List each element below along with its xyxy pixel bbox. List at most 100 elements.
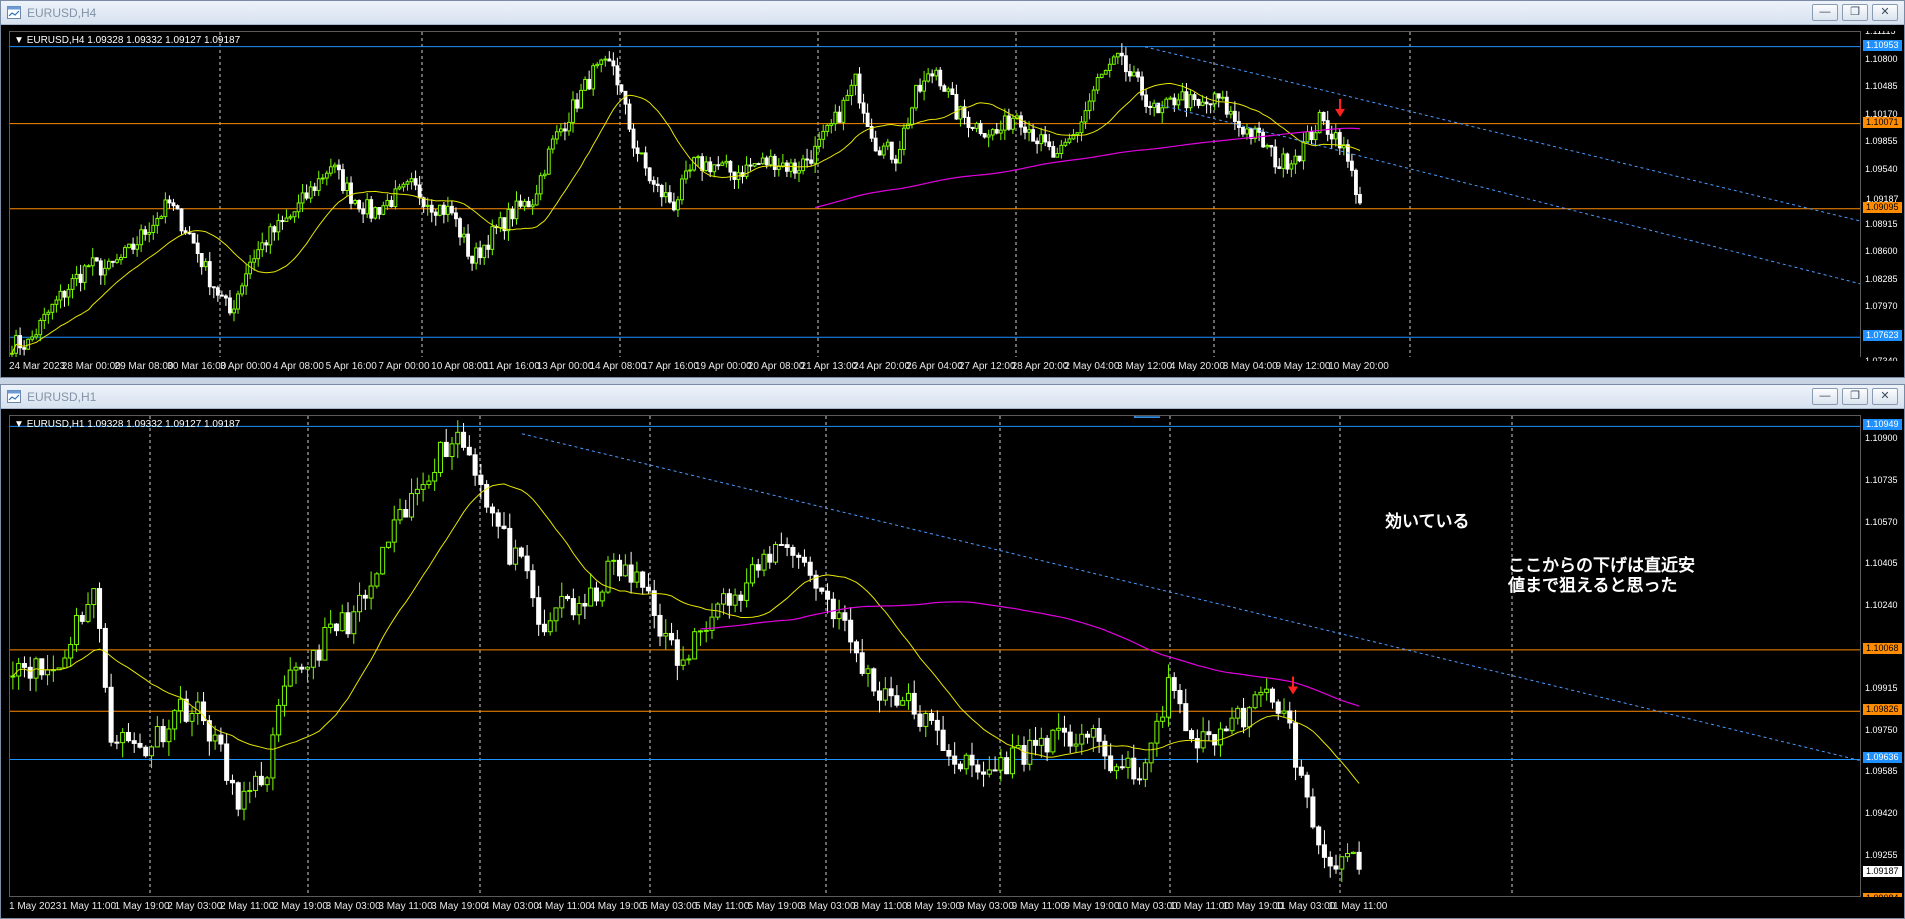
candle-bull: [1289, 163, 1294, 170]
candle-bear: [877, 150, 882, 156]
collapse-arrow-icon[interactable]: ▼: [14, 419, 27, 430]
time-tick-label: 8 May 03:00: [800, 901, 856, 912]
candle-bear: [611, 60, 616, 67]
time-tick-label: 8 May 19:00: [906, 901, 962, 912]
chart-window-h4[interactable]: EURUSD,H4 — ❐ ✕ ▼ EURUSD,H4 1.09328 1.09…: [0, 0, 1905, 378]
price-tick-label: 1.09585: [1865, 766, 1898, 777]
candle-bear: [1119, 52, 1124, 57]
price-axis-h1[interactable]: 1.10900 1.10735 1.10570 1.10405 1.10240 1.099…: [1861, 415, 1904, 897]
candle-bear: [954, 93, 959, 120]
candle-bull: [293, 666, 299, 671]
time-tick-label: 8 May 11:00: [853, 901, 908, 912]
candle-bull: [1027, 129, 1031, 133]
minimize-icon[interactable]: —: [1812, 4, 1838, 21]
chart-window-h1[interactable]: EURUSD,H1 — ❐ ✕ ▼ EURUSD,H1 1.09328 1.09…: [0, 384, 1905, 919]
candle-bull: [599, 591, 605, 602]
candle-bear: [316, 649, 322, 661]
candle-bull: [1168, 97, 1173, 100]
restore-icon[interactable]: ❐: [1842, 4, 1868, 21]
price-tick-label: 1.10405: [1865, 558, 1898, 569]
minimize-icon[interactable]: —: [1812, 388, 1838, 405]
time-axis-h1[interactable]: 1 May 2023 1 May 11:00 1 May 19:00 2 May 03…: [9, 897, 1861, 917]
candle-bull: [166, 728, 172, 743]
candle-bull: [305, 666, 311, 670]
window-titlebar[interactable]: EURUSD,H4 — ❐ ✕: [1, 1, 1904, 25]
candle-bull: [588, 587, 594, 607]
candle-bull: [310, 649, 316, 668]
candle-bear: [1325, 120, 1330, 135]
close-icon[interactable]: ✕: [1872, 388, 1898, 405]
candle-bull: [50, 303, 55, 313]
candle-bull: [906, 123, 910, 129]
candle-bear: [873, 137, 878, 152]
candle-bull: [1067, 138, 1072, 143]
candle-bear: [893, 158, 898, 164]
candle-bear: [1031, 129, 1035, 142]
time-tick-label: 1 May 2023: [9, 901, 62, 912]
price-chart-h1[interactable]: ▼ EURUSD,H1 1.09328 1.09332 1.09127 1.09…: [9, 415, 1861, 897]
candle-bull: [530, 204, 535, 208]
candle-bull: [1165, 677, 1171, 718]
candle-bear: [510, 208, 515, 220]
candle-bear: [1316, 826, 1322, 846]
close-icon[interactable]: ✕: [1872, 4, 1898, 21]
candle-bear: [748, 164, 753, 167]
candle-bull: [474, 247, 479, 264]
candle-bear: [195, 242, 200, 255]
candle-bear: [1177, 689, 1183, 705]
time-tick-label: 3 May 11:00: [378, 901, 433, 912]
candle-bull: [990, 129, 995, 136]
candle-bull: [974, 122, 979, 129]
candle-bull: [571, 99, 575, 123]
candle-bull: [368, 585, 374, 599]
candle-bull: [998, 129, 1003, 134]
candle-bear: [1019, 115, 1023, 128]
chart-plot-h1: [10, 416, 1860, 896]
candle-bear: [1183, 703, 1189, 732]
candle-bear: [137, 742, 143, 748]
candle-bear: [357, 200, 362, 210]
time-tick-label: 17 Apr 16:00: [642, 361, 699, 372]
candle-bull: [127, 243, 131, 249]
price-axis-h4[interactable]: 1.11115 1.10800 1.10485 1.10170 1.09855 1.095…: [1861, 31, 1904, 361]
price-chart-h4[interactable]: ▼ EURUSD,H4 1.09328 1.09332 1.09127 1.09…: [9, 31, 1861, 361]
candle-bull: [829, 123, 834, 126]
candle-bear: [264, 242, 269, 246]
candle-bull: [905, 692, 911, 702]
candle-bear: [1144, 94, 1148, 107]
candle-bull: [119, 256, 123, 261]
candle-bear: [218, 734, 224, 745]
candle-bear: [790, 546, 796, 556]
candle-bull: [45, 669, 51, 676]
time-axis-h4[interactable]: 24 Mar 2023 28 Mar 00:00 29 Mar 08:00 30 Ma…: [9, 357, 1861, 377]
candle-bear: [716, 164, 721, 167]
candle-bear: [865, 112, 870, 127]
restore-icon[interactable]: ❐: [1842, 388, 1868, 405]
candle-bear: [657, 614, 663, 637]
candle-bear: [111, 260, 115, 263]
candle-bull: [749, 564, 755, 584]
candle-bull: [622, 564, 628, 577]
candle-bull: [752, 163, 757, 167]
candle-bear: [349, 182, 353, 204]
candle-bear: [1275, 701, 1281, 714]
candle-bear: [1287, 710, 1293, 724]
price-tick-label: 1.07970: [1865, 301, 1898, 311]
candle-bear: [853, 641, 859, 654]
candle-bear: [125, 731, 131, 742]
candle-bear: [732, 171, 737, 180]
candle-bear: [389, 199, 394, 208]
candle-bull: [1200, 731, 1206, 749]
candle-bull: [241, 790, 247, 810]
window-titlebar[interactable]: EURUSD,H1 — ❐ ✕: [1, 385, 1904, 409]
candle-bear: [756, 163, 761, 166]
collapse-arrow-icon[interactable]: ▼: [14, 35, 27, 46]
candle-bull: [58, 290, 63, 301]
candle-bear: [167, 199, 172, 204]
time-tick-label: 3 May 03:00: [325, 901, 381, 912]
candle-bear: [541, 623, 547, 633]
price-level-badge: 1.09636: [1863, 752, 1902, 764]
candle-bear: [362, 594, 368, 599]
candle-bear: [224, 743, 230, 781]
time-tick-label: 2 May 04:00: [1064, 361, 1120, 372]
